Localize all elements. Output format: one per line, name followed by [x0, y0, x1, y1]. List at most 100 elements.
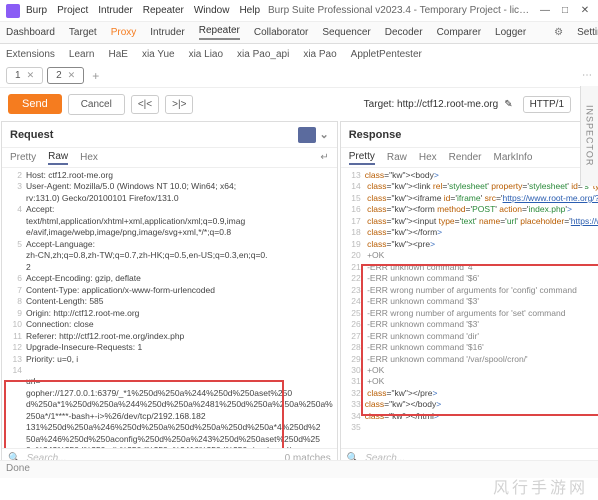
- response-title: Response: [349, 129, 402, 141]
- repeater-toolbar: Send Cancel <|< >|> Target: http://ctf12…: [0, 88, 598, 120]
- response-line: 15 class="kw"><iframe id='iframe' src='h…: [345, 193, 598, 204]
- request-line: 7Content-Type: application/x-www-form-ur…: [6, 285, 333, 296]
- request-tab-2[interactable]: 2 ✕: [47, 67, 84, 84]
- res-tab-render[interactable]: Render: [449, 152, 482, 163]
- response-header: Response ⌄: [341, 122, 598, 148]
- res-tab-hex[interactable]: Hex: [419, 152, 437, 163]
- request-tab-2-label: 2: [56, 70, 62, 81]
- tab-decoder[interactable]: Decoder: [385, 27, 423, 38]
- subtab-xia-liao[interactable]: xia Liao: [189, 49, 223, 60]
- tab-collaborator[interactable]: Collaborator: [254, 27, 308, 38]
- close-tab-icon[interactable]: ✕: [27, 70, 35, 81]
- extension-tabs: Extensions Learn HaE xia Yue xia Liao xi…: [0, 44, 598, 64]
- req-tab-raw[interactable]: Raw: [48, 151, 68, 165]
- subtab-xia-yue[interactable]: xia Yue: [142, 49, 175, 60]
- response-body[interactable]: 13class="kw"><body>14 class="kw"><link r…: [341, 168, 598, 448]
- request-line: 13Priority: u=0, i: [6, 354, 333, 365]
- request-line: 11Referer: http://ctf12.root-me.org/inde…: [6, 331, 333, 342]
- subtab-extensions[interactable]: Extensions: [6, 49, 55, 60]
- send-button[interactable]: Send: [8, 94, 62, 114]
- highlight-box-request: [4, 380, 284, 448]
- tab-proxy[interactable]: Proxy: [111, 27, 137, 38]
- inspector-tab[interactable]: INSPECTOR: [580, 86, 598, 186]
- gear-icon[interactable]: ⚙: [554, 27, 563, 38]
- status-text: Done: [6, 463, 30, 474]
- menu-window[interactable]: Window: [194, 5, 230, 16]
- menu-bar: Burp Project Intruder Repeater Window He…: [26, 5, 260, 16]
- request-tab-1[interactable]: 1 ✕: [6, 67, 43, 84]
- req-wrap-icon[interactable]: ↵: [320, 152, 328, 163]
- menu-repeater[interactable]: Repeater: [143, 5, 184, 16]
- http-version-selector[interactable]: HTTP/1: [523, 96, 571, 113]
- subtab-xia-pao[interactable]: xia Pao: [303, 49, 336, 60]
- request-line: 2Host: ctf12.root-me.org: [6, 170, 333, 181]
- titlebar: Burp Project Intruder Repeater Window He…: [0, 0, 598, 22]
- highlight-box-response: [361, 264, 598, 416]
- forward-button[interactable]: >|>: [165, 95, 193, 114]
- panel-chevron-icon[interactable]: ⌄: [320, 128, 329, 141]
- subtab-learn[interactable]: Learn: [69, 49, 95, 60]
- request-view-tabs: Pretty Raw Hex ↵: [2, 148, 337, 168]
- response-panel: Response ⌄ Pretty Raw Hex Render MarkInf…: [340, 121, 598, 469]
- menu-intruder[interactable]: Intruder: [98, 5, 132, 16]
- module-tabs: Dashboard Target Proxy Intruder Repeater…: [0, 22, 598, 44]
- tab-settings[interactable]: Settings: [577, 27, 598, 38]
- target-edit-icon[interactable]: ✎: [504, 99, 512, 110]
- target-label: Target: http://ctf12.root-me.org: [364, 99, 499, 110]
- res-tab-markinfo[interactable]: MarkInfo: [493, 152, 532, 163]
- request-line: 2: [6, 262, 333, 273]
- response-line: 18 class="kw"></form>: [345, 227, 598, 238]
- response-line: 19 class="kw"><pre>: [345, 239, 598, 250]
- req-tab-hex[interactable]: Hex: [80, 152, 98, 163]
- tab-dashboard[interactable]: Dashboard: [6, 27, 55, 38]
- request-header: Request ⌄: [2, 122, 337, 148]
- request-body[interactable]: 2Host: ctf12.root-me.org3User-Agent: Moz…: [2, 168, 337, 448]
- minimize-icon[interactable]: —: [538, 5, 552, 16]
- more-icon[interactable]: ⋯: [582, 70, 592, 81]
- res-tab-pretty[interactable]: Pretty: [349, 151, 375, 165]
- response-line: 13class="kw"><body>: [345, 170, 598, 181]
- request-tab-1-label: 1: [15, 70, 21, 81]
- subtab-hae[interactable]: HaE: [109, 49, 128, 60]
- request-line: 14: [6, 365, 333, 376]
- add-tab-icon[interactable]: +: [88, 69, 103, 83]
- response-line: 17 class="kw"><input type='text' name='u…: [345, 216, 598, 227]
- request-line: e/avif,image/webp,image/png,image/svg+xm…: [6, 227, 333, 238]
- request-line: 5Accept-Language:: [6, 239, 333, 250]
- watermark: 风行手游网: [493, 474, 588, 498]
- subtab-xia-pao-api[interactable]: xia Pao_api: [237, 49, 289, 60]
- tab-comparer[interactable]: Comparer: [437, 27, 481, 38]
- tab-logger[interactable]: Logger: [495, 27, 526, 38]
- response-line: 16 class="kw"><form method='POST' action…: [345, 204, 598, 215]
- menu-project[interactable]: Project: [57, 5, 88, 16]
- maximize-icon[interactable]: □: [558, 5, 572, 16]
- request-line: 3User-Agent: Mozilla/5.0 (Windows NT 10.…: [6, 181, 333, 192]
- request-line: 4Accept:: [6, 204, 333, 215]
- response-line: 35: [345, 422, 598, 433]
- request-title: Request: [10, 129, 53, 141]
- request-line: text/html,application/xhtml+xml,applicat…: [6, 216, 333, 227]
- tab-intruder[interactable]: Intruder: [150, 27, 184, 38]
- window-title: Burp Suite Professional v2023.4 - Tempor…: [260, 5, 538, 16]
- repeater-request-tabs: 1 ✕ 2 ✕ + ⋯: [0, 64, 598, 88]
- response-line: 20 +OK: [345, 250, 598, 261]
- request-line: 10Connection: close: [6, 319, 333, 330]
- tab-target[interactable]: Target: [69, 27, 97, 38]
- cancel-button[interactable]: Cancel: [68, 94, 125, 115]
- menu-burp[interactable]: Burp: [26, 5, 47, 16]
- close-tab-icon[interactable]: ✕: [68, 70, 76, 81]
- app-logo: [6, 4, 20, 18]
- tab-sequencer[interactable]: Sequencer: [322, 27, 370, 38]
- tab-repeater[interactable]: Repeater: [199, 25, 240, 40]
- back-button[interactable]: <|<: [131, 95, 159, 114]
- menu-help[interactable]: Help: [239, 5, 260, 16]
- res-tab-raw[interactable]: Raw: [387, 152, 407, 163]
- request-line: 9Origin: http://ctf12.root-me.org: [6, 308, 333, 319]
- request-line: 8Content-Length: 585: [6, 296, 333, 307]
- request-line: 12Upgrade-Insecure-Requests: 1: [6, 342, 333, 353]
- subtab-appletpentester[interactable]: AppletPentester: [351, 49, 422, 60]
- close-icon[interactable]: ✕: [578, 5, 592, 16]
- window-controls: — □ ✕: [538, 5, 592, 16]
- req-tab-pretty[interactable]: Pretty: [10, 152, 36, 163]
- panel-menu-icon[interactable]: [298, 127, 316, 143]
